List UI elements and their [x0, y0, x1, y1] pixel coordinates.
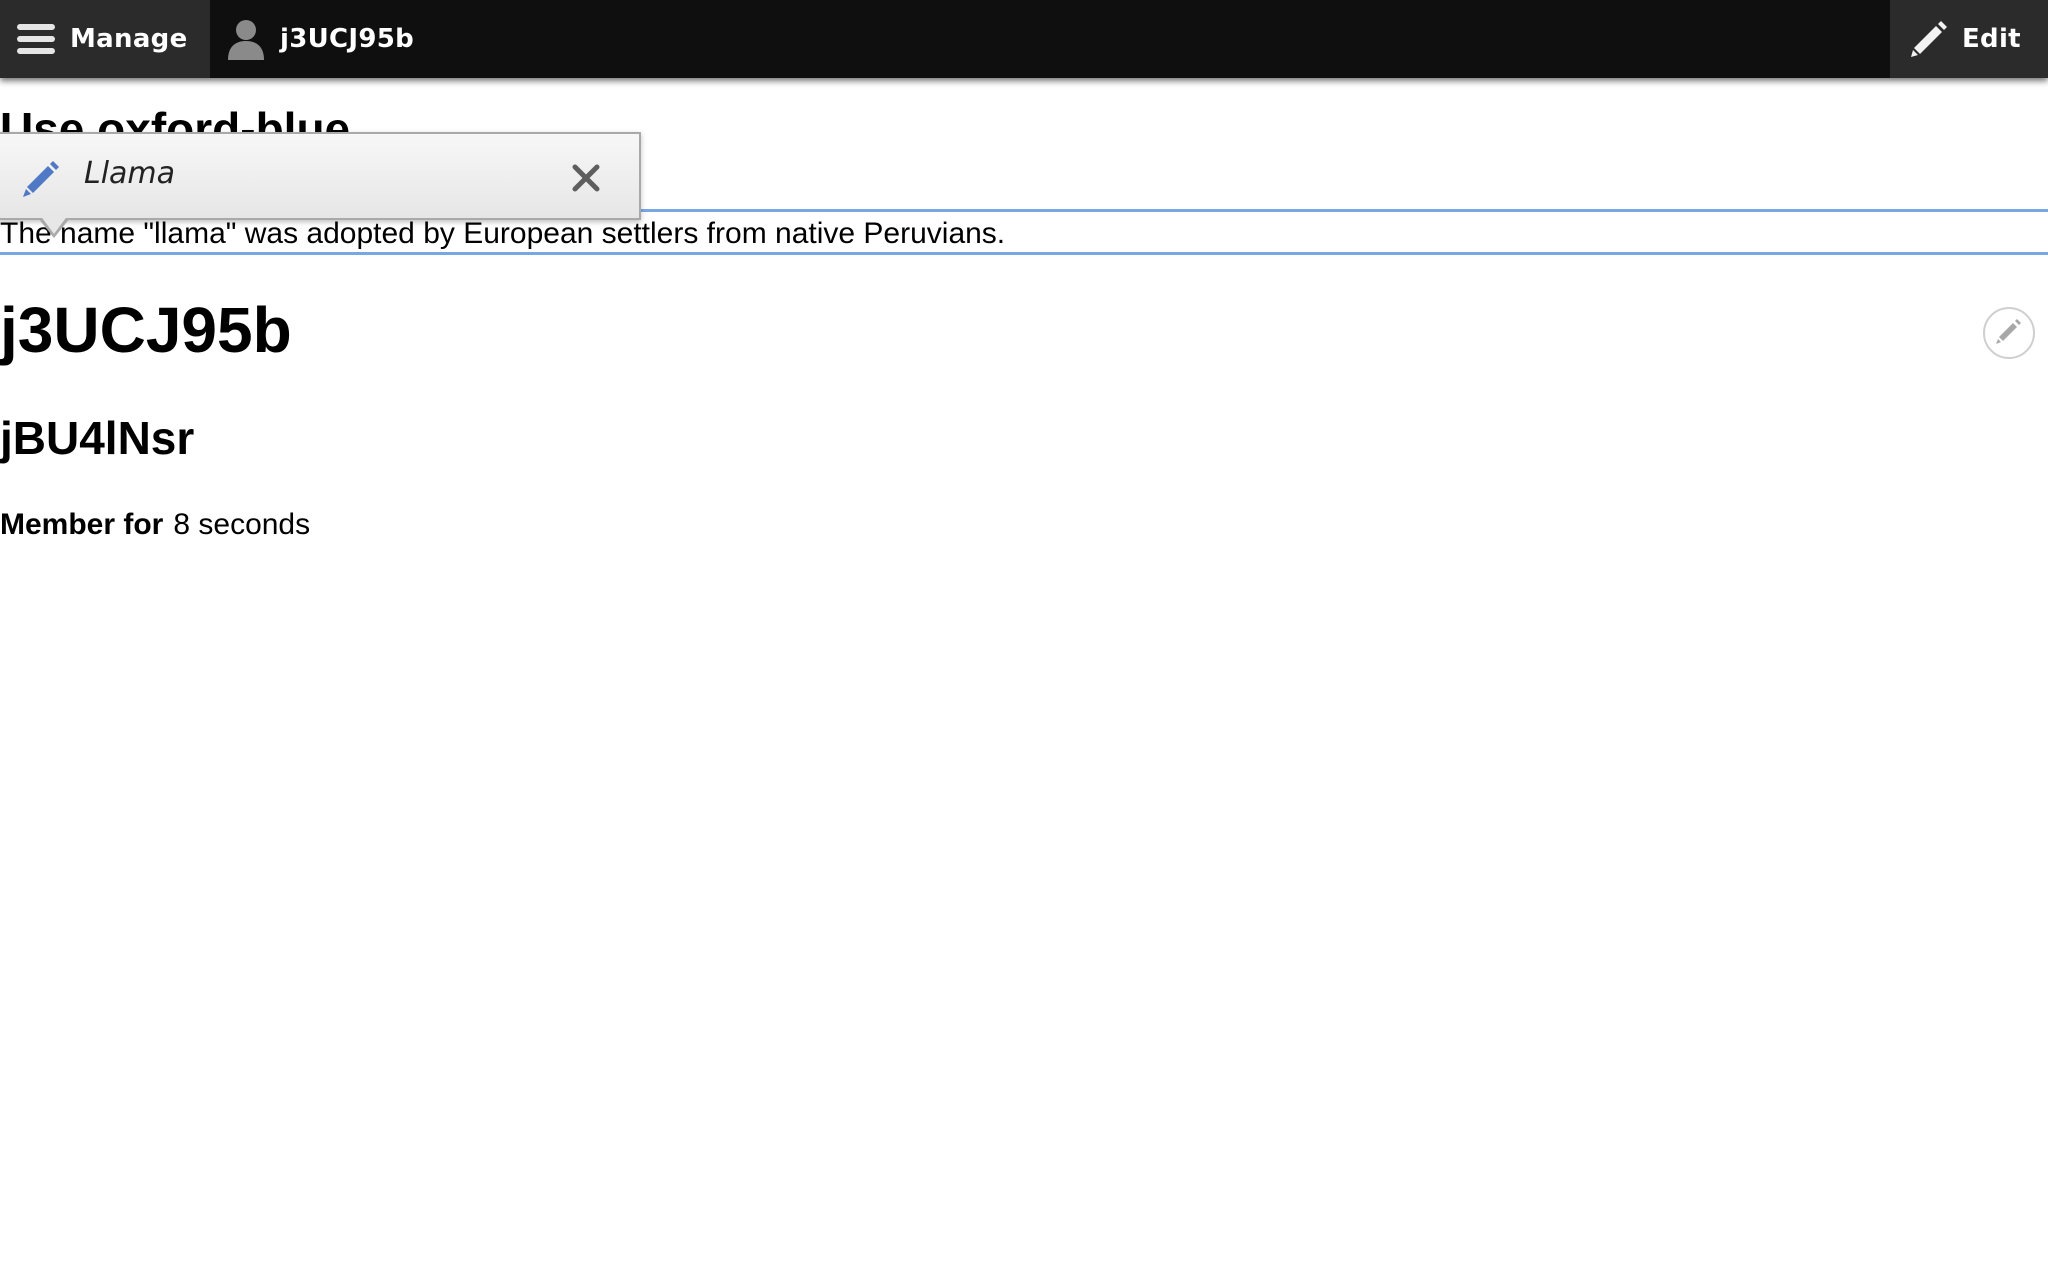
sub-heading: jBU4lNsr — [0, 412, 195, 464]
close-icon[interactable] — [570, 162, 602, 194]
user-label: j3UCJ95b — [280, 24, 415, 54]
popup-pointer-inner — [40, 215, 68, 234]
edit-tab[interactable]: Edit — [1890, 0, 2048, 78]
member-for: Member for 8 seconds — [0, 505, 310, 545]
pencil-icon — [22, 158, 62, 203]
user-icon — [226, 18, 266, 60]
manage-label: Manage — [70, 24, 188, 54]
contextual-edit-button[interactable] — [1983, 307, 2035, 359]
quickedit-popup: Llama — [0, 132, 641, 220]
quickedit-field-label: Llama — [84, 156, 176, 191]
user-name-heading: j3UCJ95b — [0, 294, 292, 366]
edit-label: Edit — [1962, 24, 2021, 54]
field-text: The name "llama" was adopted by European… — [0, 217, 1006, 250]
hamburger-icon — [16, 19, 56, 59]
manage-tab[interactable]: Manage — [0, 0, 210, 78]
user-tab[interactable]: j3UCJ95b — [210, 0, 434, 78]
admin-toolbar: Manage j3UCJ95b Edit — [0, 0, 2048, 78]
member-for-label: Member for — [0, 508, 164, 541]
member-for-value: 8 seconds — [173, 508, 311, 541]
pencil-icon — [1910, 20, 1948, 58]
pencil-icon — [1996, 318, 2022, 349]
